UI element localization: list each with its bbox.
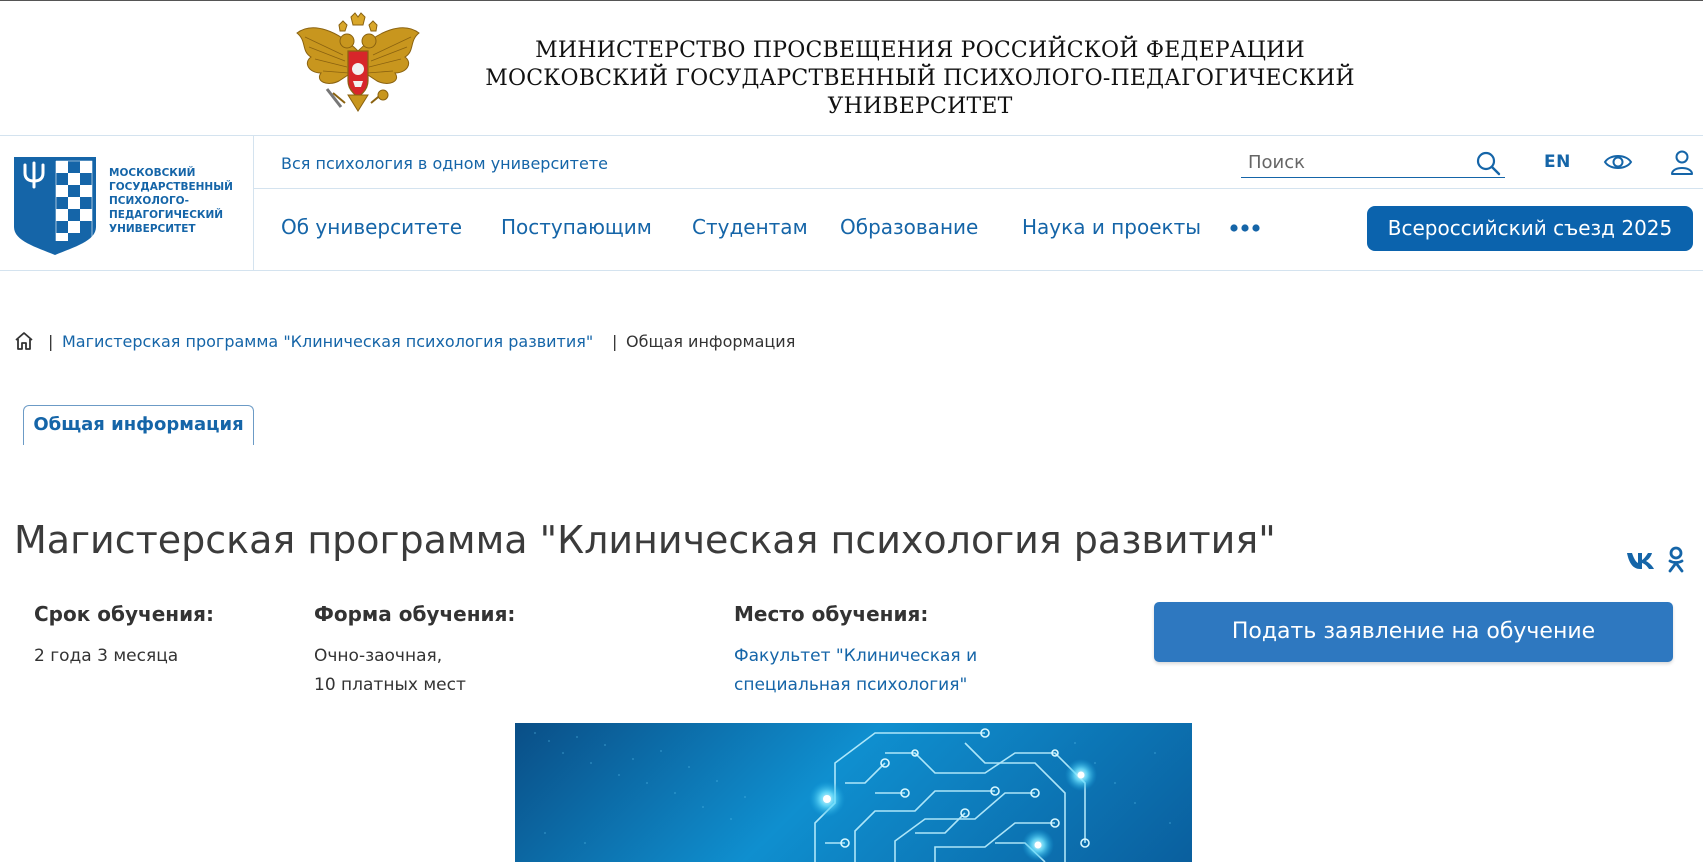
user-account-icon[interactable] [1670,149,1694,175]
search-box [1241,148,1505,178]
study-form-value-line-2: 10 платных мест [314,675,466,695]
accessibility-eye-icon[interactable] [1603,150,1633,174]
ministry-line-1: МИНИСТЕРСТВО ПРОСВЕЩЕНИЯ РОССИЙСКОЙ ФЕДЕ… [535,38,1305,63]
search-icon[interactable] [1475,150,1501,176]
duration-block: Срок обучения: 2 года 3 месяца [34,602,214,671]
faculty-link[interactable]: Факультет "Клиническая и специальная пси… [734,642,977,700]
faculty-link-line-1[interactable]: Факультет "Клиническая и [734,642,977,671]
university-logo[interactable]: МОСКОВСКИЙ ГОСУДАРСТВЕННЫЙ ПСИХОЛОГО- ПЕ… [0,136,254,271]
logo-line-2: ГОСУДАРСТВЕННЫЙ [109,181,233,193]
nav-science[interactable]: Наука и проекты [1022,215,1201,239]
site-header: МОСКОВСКИЙ ГОСУДАРСТВЕННЫЙ ПСИХОЛОГО- ПЕ… [0,136,1703,271]
breadcrumb-current: Общая информация [626,332,796,351]
breadcrumb-separator: | [48,332,54,351]
nav-students[interactable]: Студентам [692,215,808,239]
duration-label: Срок обучения: [34,602,214,626]
more-dots-icon[interactable] [1229,223,1261,233]
main-nav: Об университете Поступающим Студентам Об… [254,189,1703,271]
logo-line-5: УНИВЕРСИТЕТ [109,223,196,235]
odnoklassniki-share-icon[interactable] [1667,546,1685,574]
page-title: Магистерская программа "Клиническая псих… [14,518,1276,562]
nav-about[interactable]: Об университете [281,215,462,239]
study-form-value-line-1: Очно-заочная, [314,646,443,666]
study-place-block: Место обучения: Факультет "Клиническая и… [734,602,977,700]
home-icon[interactable] [14,331,34,351]
ministry-line-2: МОСКОВСКИЙ ГОСУДАРСТВЕННЫЙ ПСИХОЛОГО-ПЕД… [485,66,1355,119]
logo-line-4: ПЕДАГОГИЧЕСКИЙ [109,209,224,221]
breadcrumb-separator: | [612,332,618,351]
apply-button[interactable]: Подать заявление на обучение [1154,602,1673,662]
language-switch[interactable]: EN [1544,152,1571,172]
study-form-label: Форма обучения: [314,602,516,626]
logo-line-3: ПСИХОЛОГО- [109,195,189,207]
program-hero-image [515,723,1192,862]
tab-general-info[interactable]: Общая информация [23,405,254,445]
logo-line-1: МОСКОВСКИЙ [109,167,196,179]
study-place-label: Место обучения: [734,602,929,626]
study-form-value: Очно-заочная, 10 платных мест [314,642,515,700]
nav-education[interactable]: Образование [840,215,978,239]
search-input[interactable] [1241,148,1461,176]
tagline: Вся психология в одном университете [281,154,608,173]
circuit-brain-illustration [534,728,1171,862]
ministry-header: МИНИСТЕРСТВО ПРОСВЕЩЕНИЯ РОССИЙСКОЙ ФЕДЕ… [0,0,1703,136]
duration-value: 2 года 3 месяца [34,646,179,666]
psi-shield-logo-icon [14,157,96,255]
breadcrumb-program-link[interactable]: Магистерская программа "Клиническая псих… [62,332,593,351]
header-topbar: Вся психология в одном университете EN [254,136,1703,189]
nav-applicants[interactable]: Поступающим [501,215,652,239]
study-form-block: Форма обучения: Очно-заочная, 10 платных… [314,602,515,700]
congress-2025-button[interactable]: Всероссийский съезд 2025 [1367,206,1693,251]
vk-share-icon[interactable] [1626,550,1656,570]
ministry-title: МИНИСТЕРСТВО ПРОСВЕЩЕНИЯ РОССИЙСКОЙ ФЕДЕ… [390,37,1450,121]
logo-text: МОСКОВСКИЙ ГОСУДАРСТВЕННЫЙ ПСИХОЛОГО- ПЕ… [109,166,249,236]
faculty-link-line-2[interactable]: специальная психология" [734,671,977,700]
